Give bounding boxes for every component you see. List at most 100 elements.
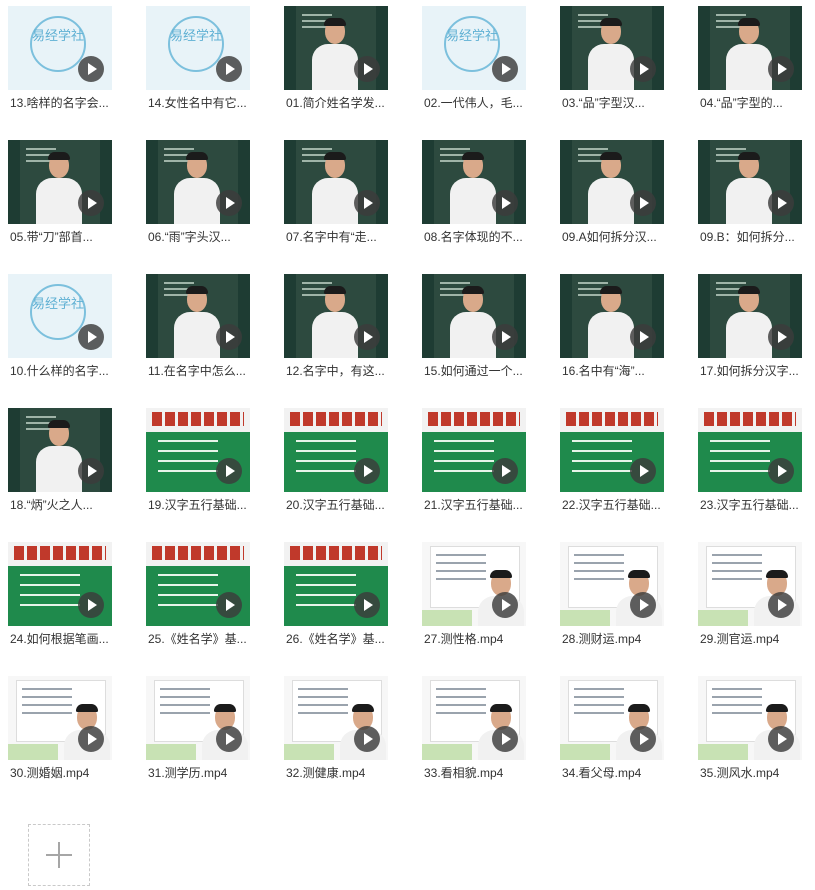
video-thumbnail[interactable]	[284, 6, 388, 90]
play-icon[interactable]	[78, 324, 104, 350]
video-thumbnail[interactable]	[146, 140, 250, 224]
video-thumbnail[interactable]	[8, 542, 112, 626]
play-icon[interactable]	[492, 726, 518, 752]
play-icon[interactable]	[216, 324, 242, 350]
video-thumbnail[interactable]	[8, 408, 112, 492]
video-thumbnail[interactable]: 易经学社	[8, 6, 112, 90]
video-thumbnail[interactable]: 易经学社	[146, 6, 250, 90]
video-thumbnail[interactable]	[146, 274, 250, 358]
video-file-item[interactable]: 易经学社 13.啥样的名字会...	[0, 0, 138, 120]
video-thumbnail[interactable]	[284, 140, 388, 224]
play-icon[interactable]	[630, 56, 656, 82]
play-icon[interactable]	[354, 726, 380, 752]
video-thumbnail[interactable]	[8, 676, 112, 760]
video-thumbnail[interactable]	[422, 274, 526, 358]
upload-button[interactable]	[28, 824, 90, 886]
video-file-item[interactable]: 22.汉字五行基础...	[552, 402, 690, 522]
video-file-item[interactable]: 09.B：如何拆分...	[690, 134, 815, 254]
video-file-item[interactable]: 01.简介姓名学发...	[276, 0, 414, 120]
play-icon[interactable]	[354, 458, 380, 484]
play-icon[interactable]	[630, 190, 656, 216]
video-file-item[interactable]: 易经学社 10.什么样的名字...	[0, 268, 138, 388]
play-icon[interactable]	[768, 592, 794, 618]
video-file-item[interactable]: 26.《姓名学》基...	[276, 536, 414, 656]
video-thumbnail[interactable]: 易经学社	[8, 274, 112, 358]
video-file-item[interactable]: 25.《姓名学》基...	[138, 536, 276, 656]
play-icon[interactable]	[216, 592, 242, 618]
video-file-item[interactable]: 32.测健康.mp4	[276, 670, 414, 790]
video-file-item[interactable]: 11.在名字中怎么...	[138, 268, 276, 388]
video-file-item[interactable]: 易经学社 14.女性名中有它...	[138, 0, 276, 120]
video-thumbnail[interactable]	[560, 408, 664, 492]
video-thumbnail[interactable]	[698, 6, 802, 90]
play-icon[interactable]	[216, 726, 242, 752]
play-icon[interactable]	[768, 726, 794, 752]
video-file-item[interactable]: 33.看相貌.mp4	[414, 670, 552, 790]
play-icon[interactable]	[492, 56, 518, 82]
video-file-item[interactable]: 12.名字中，有这...	[276, 268, 414, 388]
video-file-item[interactable]: 27.测性格.mp4	[414, 536, 552, 656]
video-thumbnail[interactable]	[422, 140, 526, 224]
play-icon[interactable]	[78, 592, 104, 618]
video-file-item[interactable]: 09.A如何拆分汉...	[552, 134, 690, 254]
video-file-item[interactable]: 15.如何通过一个...	[414, 268, 552, 388]
video-thumbnail[interactable]	[146, 408, 250, 492]
video-thumbnail[interactable]	[146, 676, 250, 760]
video-file-item[interactable]: 34.看父母.mp4	[552, 670, 690, 790]
video-file-item[interactable]: 31.测学历.mp4	[138, 670, 276, 790]
video-file-item[interactable]: 05.带“刀”部首...	[0, 134, 138, 254]
video-thumbnail[interactable]	[560, 274, 664, 358]
video-thumbnail[interactable]	[284, 542, 388, 626]
video-file-item[interactable]: 24.如何根据笔画...	[0, 536, 138, 656]
video-file-item[interactable]: 30.测婚姻.mp4	[0, 670, 138, 790]
play-icon[interactable]	[216, 190, 242, 216]
video-thumbnail[interactable]	[560, 542, 664, 626]
video-thumbnail[interactable]	[698, 274, 802, 358]
video-file-item[interactable]: 28.测财运.mp4	[552, 536, 690, 656]
play-icon[interactable]	[78, 56, 104, 82]
video-file-item[interactable]: 35.测风水.mp4	[690, 670, 815, 790]
video-file-item[interactable]: 08.名字体现的不...	[414, 134, 552, 254]
play-icon[interactable]	[354, 592, 380, 618]
play-icon[interactable]	[492, 324, 518, 350]
video-thumbnail[interactable]	[146, 542, 250, 626]
video-file-item[interactable]: 16.名中有“海”...	[552, 268, 690, 388]
video-thumbnail[interactable]	[422, 408, 526, 492]
video-thumbnail[interactable]: 易经学社	[422, 6, 526, 90]
video-file-item[interactable]: 20.汉字五行基础...	[276, 402, 414, 522]
play-icon[interactable]	[216, 458, 242, 484]
video-thumbnail[interactable]	[422, 676, 526, 760]
play-icon[interactable]	[216, 56, 242, 82]
play-icon[interactable]	[630, 726, 656, 752]
play-icon[interactable]	[630, 592, 656, 618]
video-thumbnail[interactable]	[284, 676, 388, 760]
play-icon[interactable]	[78, 726, 104, 752]
play-icon[interactable]	[354, 190, 380, 216]
play-icon[interactable]	[354, 56, 380, 82]
video-file-item[interactable]: 21.汉字五行基础...	[414, 402, 552, 522]
video-thumbnail[interactable]	[422, 542, 526, 626]
video-file-item[interactable]: 29.测官运.mp4	[690, 536, 815, 656]
video-file-item[interactable]: 03.“品”字型汉...	[552, 0, 690, 120]
video-file-item[interactable]: 23.汉字五行基础...	[690, 402, 815, 522]
play-icon[interactable]	[768, 324, 794, 350]
play-icon[interactable]	[768, 458, 794, 484]
play-icon[interactable]	[492, 458, 518, 484]
video-thumbnail[interactable]	[560, 140, 664, 224]
video-file-item[interactable]: 易经学社 02.一代伟人，毛...	[414, 0, 552, 120]
video-file-item[interactable]: 18.“炳”火之人...	[0, 402, 138, 522]
video-file-item[interactable]: 07.名字中有“走...	[276, 134, 414, 254]
video-file-item[interactable]: 04.“品”字型的...	[690, 0, 815, 120]
video-file-item[interactable]: 06.“雨”字头汉...	[138, 134, 276, 254]
video-thumbnail[interactable]	[284, 274, 388, 358]
play-icon[interactable]	[768, 190, 794, 216]
play-icon[interactable]	[630, 458, 656, 484]
video-file-item[interactable]: 17.如何拆分汉字...	[690, 268, 815, 388]
video-file-item[interactable]: 19.汉字五行基础...	[138, 402, 276, 522]
video-thumbnail[interactable]	[560, 676, 664, 760]
play-icon[interactable]	[354, 324, 380, 350]
play-icon[interactable]	[630, 324, 656, 350]
video-thumbnail[interactable]	[8, 140, 112, 224]
play-icon[interactable]	[768, 56, 794, 82]
video-thumbnail[interactable]	[698, 676, 802, 760]
